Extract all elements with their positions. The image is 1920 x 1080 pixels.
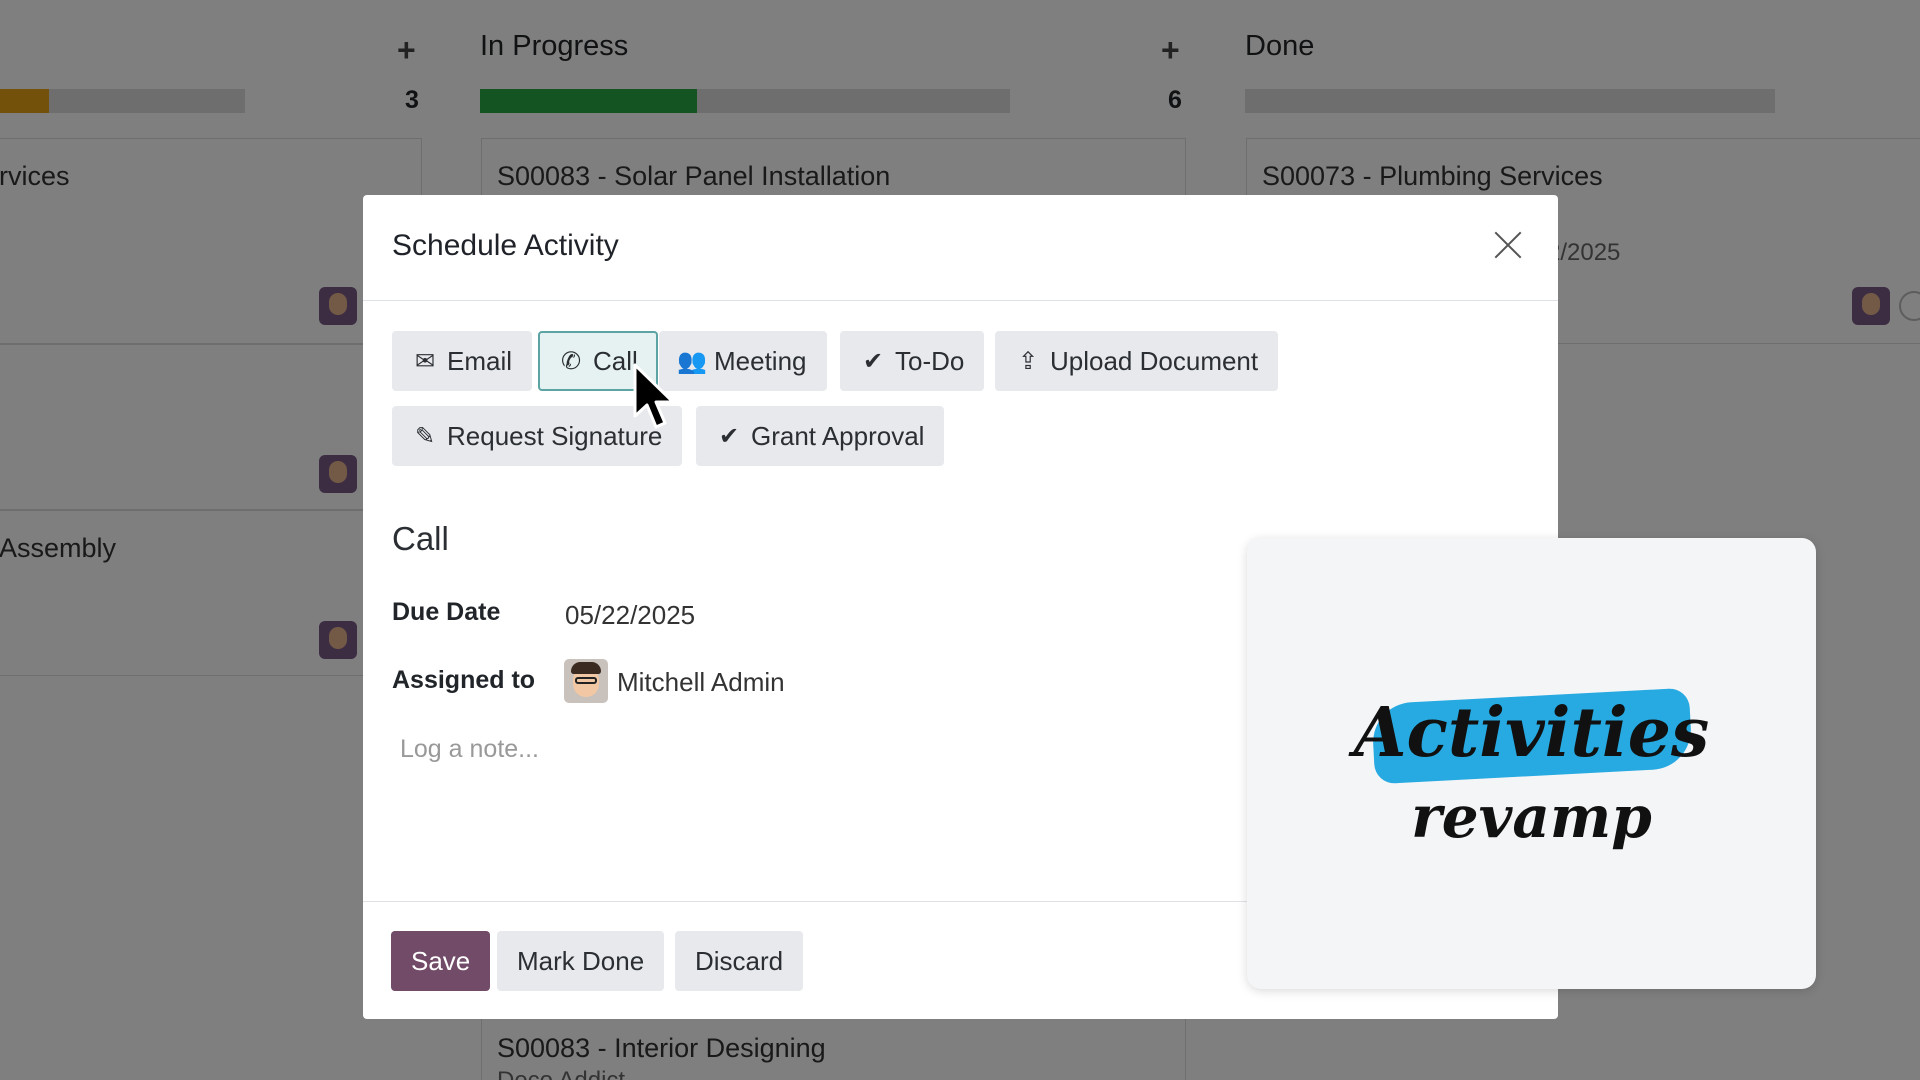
activity-type-label: Upload Document [1050, 345, 1259, 376]
activity-type-grant-approval-button[interactable]: ✔ Grant Approval [696, 406, 945, 466]
activity-type-todo-button[interactable]: ✔ To-Do [840, 331, 985, 391]
avatar-glasses [575, 677, 597, 684]
due-date-field[interactable]: 05/22/2025 [565, 600, 695, 631]
check-icon: ✔ [862, 347, 884, 375]
users-icon: 👥 [677, 347, 707, 375]
log-note-input[interactable] [400, 735, 1220, 855]
activity-type-email-button[interactable]: ✉ Email [392, 331, 533, 391]
activity-type-label: Meeting [714, 345, 807, 376]
activity-type-label: Grant Approval [751, 420, 925, 451]
activity-section-title: Call [392, 520, 449, 557]
activity-type-upload-document-button[interactable]: ⇪ Upload Document [995, 331, 1279, 391]
due-date-label: Due Date [392, 598, 501, 626]
promo-title: Activities [1353, 693, 1710, 773]
avatar-hair [571, 662, 601, 674]
edit-icon: ✎ [414, 422, 436, 450]
upload-icon: ⇪ [1017, 347, 1039, 375]
promo-card: Activities revamp [1247, 538, 1816, 989]
check-icon: ✔ [718, 422, 740, 450]
avatar [564, 659, 608, 703]
save-button[interactable]: Save [391, 931, 491, 991]
phone-icon: ✆ [560, 347, 582, 375]
dialog-header: Schedule Activity [363, 195, 1558, 301]
activity-type-label: To-Do [895, 345, 965, 376]
dialog-title: Schedule Activity [392, 229, 619, 262]
activity-type-label: Request Signature [447, 420, 663, 451]
close-icon[interactable] [1488, 225, 1528, 265]
mark-done-button[interactable]: Mark Done [497, 931, 665, 991]
assigned-to-label: Assigned to [392, 666, 536, 694]
envelope-icon: ✉ [414, 347, 436, 375]
mouse-cursor-icon [633, 363, 675, 429]
activity-type-meeting-button[interactable]: 👥 Meeting [659, 331, 827, 391]
activity-type-label: Email [447, 345, 513, 376]
promo-subtitle: revamp [1411, 783, 1652, 851]
assigned-user-field[interactable]: Mitchell Admin [617, 667, 785, 698]
discard-button[interactable]: Discard [675, 931, 804, 991]
